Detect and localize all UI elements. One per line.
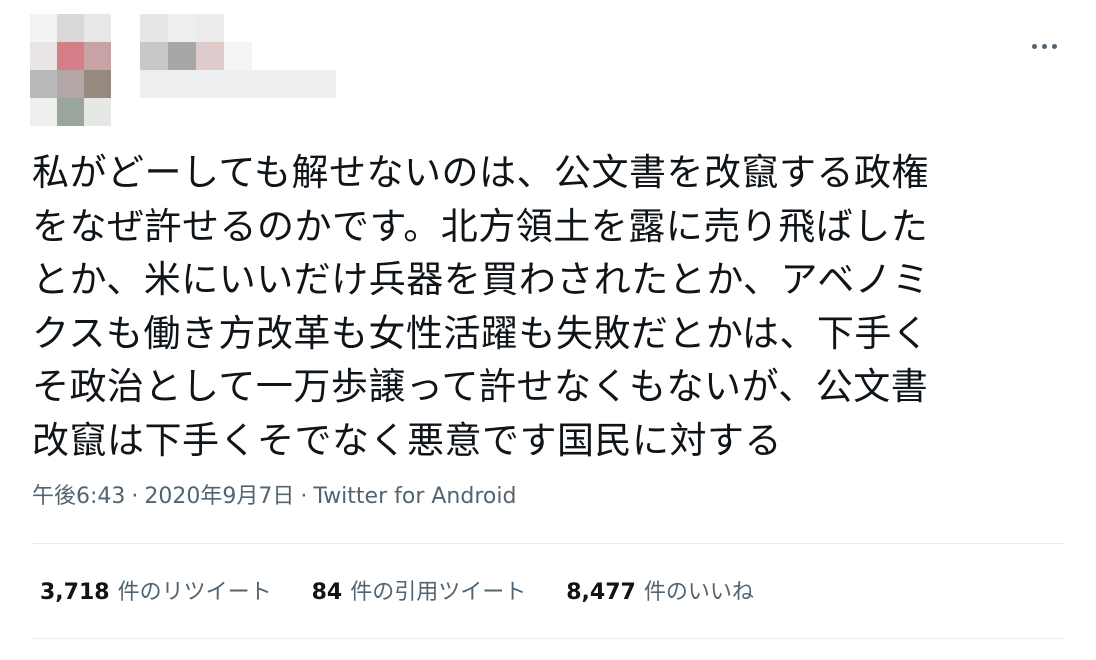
tweet-text-line: とか、米にいいだけ兵器を買わされたとか、アベノミ <box>32 258 930 301</box>
tweet-text-line: クスも働き方改革も女性活躍も失敗だとかは、下手く <box>32 311 930 355</box>
quote-tweets-stat[interactable]: 84 件の引用ツイート <box>312 574 527 606</box>
quote-tweets-label: 件の引用ツイート <box>350 580 527 605</box>
tweet-text-line: 私がどーしても解せないのは、公文書を改竄する政権 <box>32 151 930 194</box>
tweet-source[interactable]: Twitter for Android <box>313 484 516 509</box>
likes-label: 件のいいね <box>643 580 754 605</box>
meta-separator: · <box>131 484 139 509</box>
tweet-time[interactable]: 午後6:43 <box>32 484 125 509</box>
tweet: 私がどーしても解せないのは、公文書を改竄する政権 をなぜ許せるのかです。北方領土… <box>0 0 1096 660</box>
meta-separator: · <box>300 484 308 509</box>
tweet-meta: 午後6:43 · 2020年9月7日 · Twitter for Android <box>32 478 516 510</box>
tweet-text-line: 改竄は下手くそでなく悪意です国民に対する <box>32 418 782 462</box>
tweet-date[interactable]: 2020年9月7日 <box>144 484 294 509</box>
likes-stat[interactable]: 8,477 件のいいね <box>566 574 754 606</box>
tweet-stats: 3,718 件のリツイート 84 件の引用ツイート 8,477 件のいいね <box>40 574 794 606</box>
tweet-text-line: をなぜ許せるのかです。北方領土を露に売り飛ばした <box>32 204 929 248</box>
avatar[interactable] <box>30 14 112 126</box>
retweets-stat[interactable]: 3,718 件のリツイート <box>40 574 272 606</box>
quote-tweets-count: 84 <box>311 580 343 605</box>
retweets-label: 件のリツイート <box>117 580 272 605</box>
divider <box>32 543 1064 544</box>
more-horizontal-icon[interactable] <box>1022 30 1066 62</box>
tweet-text-line: そ政治として一万歩譲って許せなくもないが、公文書 <box>32 365 929 408</box>
retweets-count: 3,718 <box>40 580 110 605</box>
likes-count: 8,477 <box>566 580 636 605</box>
user-handle[interactable] <box>140 70 336 98</box>
tweet-text: 私がどーしても解せないのは、公文書を改竄する政権 をなぜ許せるのかです。北方領土… <box>32 146 1042 467</box>
divider <box>32 638 1064 639</box>
